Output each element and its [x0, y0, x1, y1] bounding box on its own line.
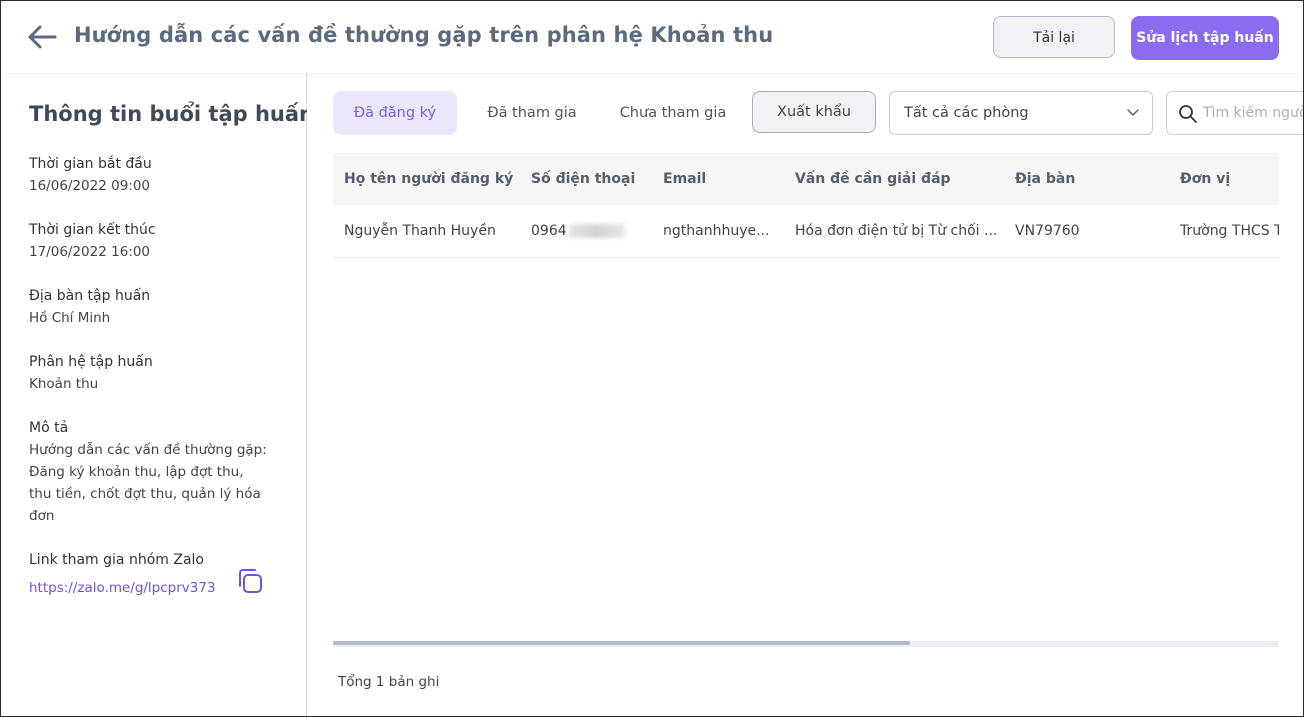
search-box[interactable]	[1166, 91, 1303, 135]
col-name: Họ tên người đăng ký	[344, 171, 514, 187]
cell-email: ngthanhhuye...	[663, 223, 770, 239]
module-block: Phân hệ tập huấn Khoản thu	[29, 351, 274, 395]
end-time-label: Thời gian kết thúc	[29, 222, 156, 238]
start-time-label: Thời gian bắt đầu	[29, 156, 152, 172]
session-info-sidebar: Thông tin buổi tập huấn Thời gian bắt đầ…	[1, 73, 314, 716]
cell-phone-text: 0964	[531, 223, 567, 239]
reload-button[interactable]: Tải lại	[993, 16, 1115, 58]
sidebar-title: Thông tin buổi tập huấn	[29, 102, 314, 126]
chevron-down-icon	[1127, 109, 1139, 116]
zalo-link[interactable]: https://zalo.me/g/lpcprv373	[29, 580, 216, 596]
module-label: Phân hệ tập huấn	[29, 354, 153, 370]
page-header: Hướng dẫn các vấn đề thường gặp trên phâ…	[1, 1, 1303, 73]
main-content: Đã đăng ký Đã tham gia Chưa tham gia Xuấ…	[307, 73, 1303, 716]
edit-schedule-button[interactable]: Sửa lịch tập huấn	[1131, 16, 1279, 60]
room-select[interactable]: Tất cả các phòng	[889, 91, 1153, 135]
arrow-left-icon[interactable]	[25, 23, 59, 51]
table-row[interactable]: Nguyễn Thanh Huyền 0964 ngthanhhuye... H…	[333, 205, 1279, 258]
col-area: Địa bàn	[1015, 171, 1076, 187]
col-issue: Vấn đề cần giải đáp	[795, 171, 951, 187]
col-phone: Số điện thoại	[531, 171, 636, 187]
app-window: Hướng dẫn các vấn đề thường gặp trên phâ…	[0, 0, 1304, 717]
description-block: Mô tả Hướng dẫn các vấn đề thường gặp: Đ…	[29, 417, 269, 527]
tab-registered[interactable]: Đã đăng ký	[333, 91, 457, 135]
description-label: Mô tả	[29, 420, 69, 436]
start-time-value: 16/06/2022 09:00	[29, 178, 151, 194]
area-value: Hồ Chí Minh	[29, 310, 111, 326]
module-value: Khoản thu	[29, 376, 99, 392]
tab-joined[interactable]: Đã tham gia	[473, 91, 591, 135]
cell-issue: Hóa đơn điện tử bị Từ chối ...	[795, 223, 998, 239]
area-label: Địa bàn tập huấn	[29, 288, 151, 304]
copy-icon[interactable]	[236, 567, 264, 595]
end-time-block: Thời gian kết thúc 17/06/2022 16:00	[29, 219, 274, 263]
cell-phone: 0964	[531, 205, 625, 257]
export-button[interactable]: Xuất khẩu	[752, 91, 876, 133]
table-header: Họ tên người đăng ký Số điện thoại Email…	[333, 153, 1279, 205]
start-time-block: Thời gian bắt đầu 16/06/2022 09:00	[29, 153, 274, 197]
search-icon	[1179, 105, 1197, 123]
total-records: Tổng 1 bản ghi	[338, 674, 440, 690]
search-input[interactable]	[1203, 92, 1303, 134]
tab-not-joined[interactable]: Chưa tham gia	[605, 91, 741, 135]
end-time-value: 17/06/2022 16:00	[29, 244, 151, 260]
phone-redaction	[568, 224, 625, 238]
scrollbar-thumb[interactable]	[333, 641, 910, 645]
page-title: Hướng dẫn các vấn đề thường gặp trên phâ…	[74, 23, 774, 47]
registrants-table: Họ tên người đăng ký Số điện thoại Email…	[333, 153, 1279, 647]
cell-name: Nguyễn Thanh Huyền	[344, 223, 496, 239]
area-block: Địa bàn tập huấn Hồ Chí Minh	[29, 285, 274, 329]
room-select-value: Tất cả các phòng	[904, 105, 1029, 121]
description-value: Hướng dẫn các vấn đề thường gặp: Đăng ký…	[29, 442, 267, 524]
cell-unit: Trường THCS T	[1180, 223, 1279, 239]
zalo-block: Link tham gia nhóm Zalo https://zalo.me/…	[29, 549, 274, 599]
horizontal-scrollbar[interactable]	[333, 641, 1279, 647]
cell-area: VN79760	[1015, 223, 1080, 239]
col-unit: Đơn vị	[1180, 171, 1231, 187]
col-email: Email	[663, 171, 707, 187]
